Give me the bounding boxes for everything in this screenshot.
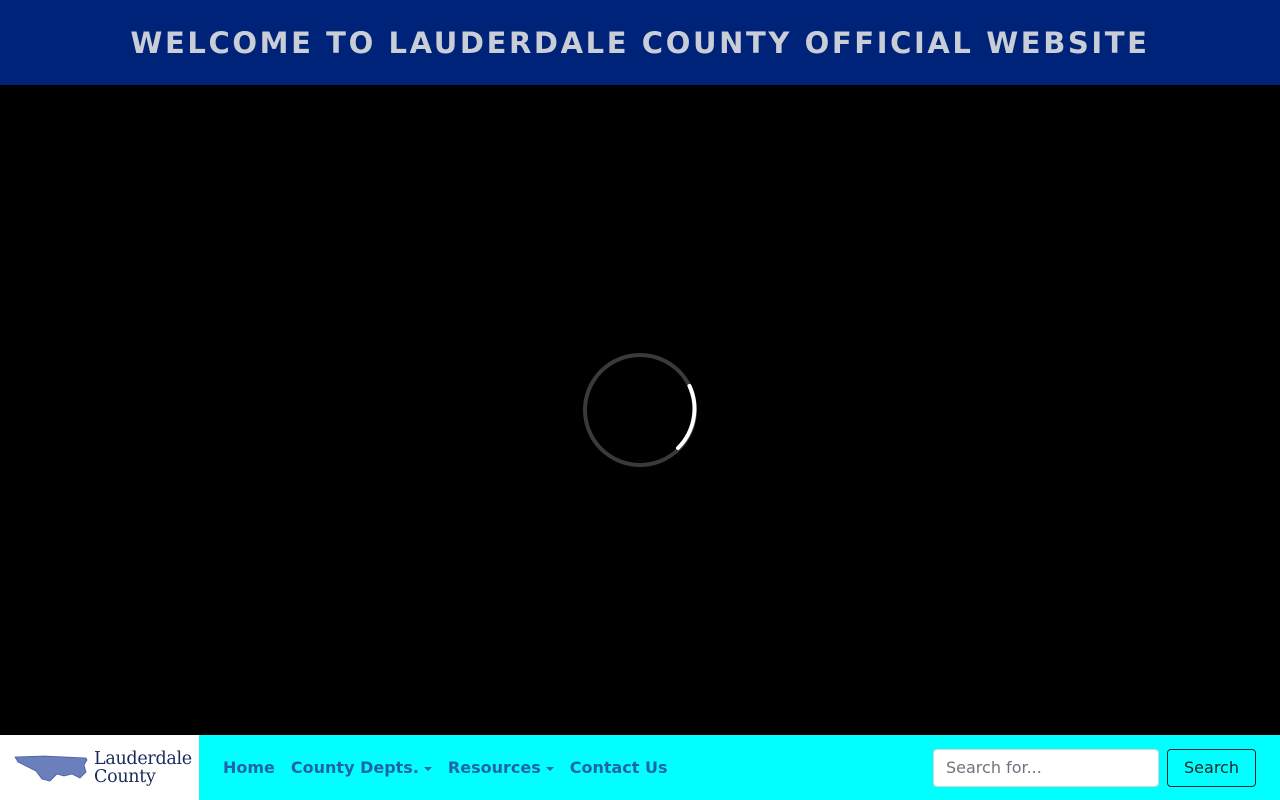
nav-link-contact-us[interactable]: Contact Us (570, 758, 668, 777)
nav-link-county-depts[interactable]: County Depts. (291, 758, 432, 777)
main-navbar: Lauderdale County Home County Depts. Res… (0, 735, 1280, 800)
county-logo[interactable]: Lauderdale County (0, 735, 199, 800)
logo-text: Lauderdale County (94, 750, 192, 786)
nav-link-label: Contact Us (569, 758, 668, 777)
search-button[interactable]: Search (1167, 748, 1256, 787)
county-map-icon (14, 755, 88, 781)
nav-link-label: County Depts. (290, 758, 419, 777)
logo-line-2: County (94, 766, 156, 787)
spinner-icon (583, 353, 697, 467)
video-player[interactable] (0, 85, 1280, 735)
nav-link-home[interactable]: Home (223, 758, 275, 777)
search-input[interactable] (933, 748, 1159, 787)
search-form: Search (933, 748, 1256, 787)
nav-link-label: Home (223, 758, 275, 777)
page-title: WELCOME TO LAUDERDALE COUNTY OFFICIAL WE… (130, 25, 1150, 60)
logo-line-1: Lauderdale (94, 748, 192, 769)
nav-links: Home County Depts. Resources Contact Us (223, 735, 684, 800)
caret-down-icon (545, 767, 554, 771)
welcome-banner: WELCOME TO LAUDERDALE COUNTY OFFICIAL WE… (0, 0, 1280, 85)
caret-down-icon (423, 767, 432, 771)
nav-link-resources[interactable]: Resources (448, 758, 554, 777)
nav-link-label: Resources (447, 758, 541, 777)
